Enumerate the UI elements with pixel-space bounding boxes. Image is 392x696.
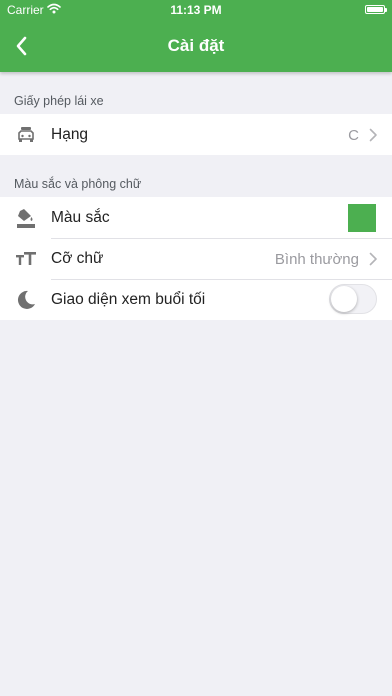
license-class-row[interactable]: Hạng C [0,114,392,155]
license-class-label: Hạng [51,126,89,143]
section-header-appearance: Màu sắc và phông chữ [14,177,142,191]
nav-bar: Cài đặt [0,20,392,72]
chevron-right-icon [369,252,377,266]
settings-screen: Carrier 11:13 PM Cài đặt Giấy phép lái x… [0,0,392,696]
license-class-value: C [348,127,359,144]
status-bar: Carrier 11:13 PM [0,0,392,20]
color-label: Màu sắc [51,209,110,226]
paint-bucket-icon [15,207,37,229]
toggle-knob [331,286,357,312]
battery-icon [365,5,387,14]
status-time: 11:13 PM [170,3,222,17]
car-icon [15,124,37,146]
chevron-right-icon [369,128,377,142]
text-size-icon [15,248,37,270]
font-size-value: Bình thường [274,251,359,268]
font-size-row[interactable]: Cỡ chữ Bình thường [0,238,392,279]
appearance-group: Màu sắc Cỡ chữ Bình thường Giao diện xem… [0,197,392,320]
section-header-license: Giấy phép lái xe [14,94,104,108]
page-title: Cài đặt [167,36,225,55]
app-header: Carrier 11:13 PM Cài đặt [0,0,392,72]
color-swatch[interactable] [348,204,376,232]
dark-mode-label: Giao diện xem buổi tối [51,291,206,308]
color-row[interactable]: Màu sắc [0,197,392,238]
font-size-label: Cỡ chữ [51,250,104,267]
dark-mode-row: Giao diện xem buổi tối [0,279,392,320]
dark-mode-toggle[interactable] [329,284,377,314]
moon-icon [15,289,37,311]
license-group: Hạng C [0,114,392,155]
